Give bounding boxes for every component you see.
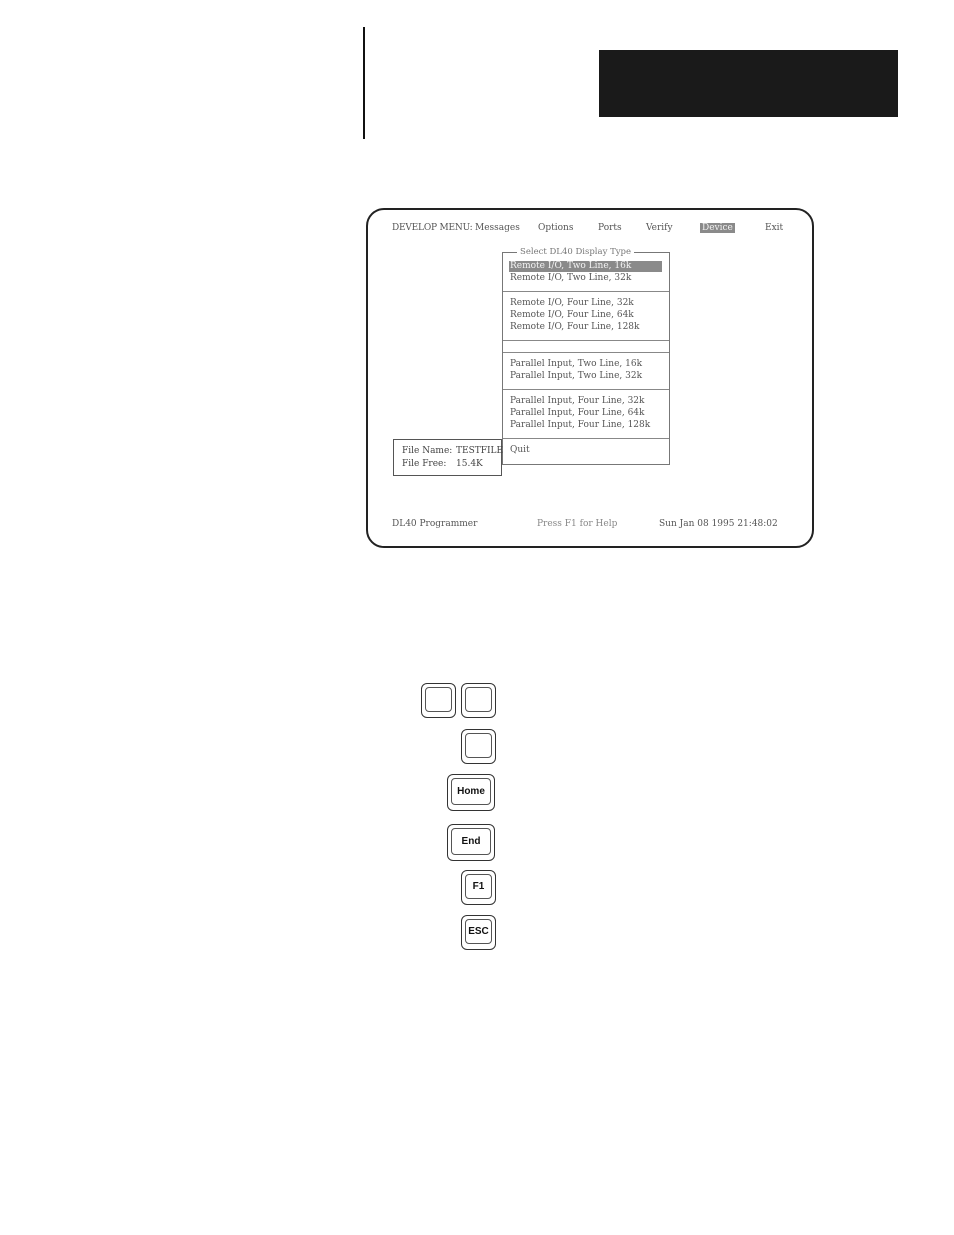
separator (503, 291, 669, 292)
margin-rule (363, 27, 365, 139)
file-free-value: 15.4K (456, 459, 483, 469)
option-remote-four-64k[interactable]: Remote I/O, Four Line, 64k (509, 310, 662, 321)
up-arrow-key[interactable] (421, 683, 456, 718)
separator (503, 438, 669, 439)
f1-key[interactable]: F1 (461, 870, 496, 905)
chapter-header-block (599, 50, 898, 117)
terminal-screen: DEVELOP MENU: Messages Options Ports Ver… (366, 208, 814, 548)
f1-key-label: F1 (472, 880, 485, 892)
option-parallel-two-32k[interactable]: Parallel Input, Two Line, 32k (509, 371, 662, 382)
display-type-popup: Select DL40 Display Type Remote I/O, Two… (502, 247, 670, 465)
option-parallel-two-16k[interactable]: Parallel Input, Two Line, 16k (509, 359, 662, 370)
file-free-row: File Free: 15.4K (402, 459, 483, 469)
separator (503, 340, 669, 341)
option-remote-two-32k[interactable]: Remote I/O, Two Line, 32k (509, 273, 662, 284)
option-remote-four-128k[interactable]: Remote I/O, Four Line, 128k (509, 322, 662, 333)
menu-device[interactable]: Device (700, 223, 735, 233)
option-quit[interactable]: Quit (509, 445, 662, 456)
menu-options[interactable]: Options (538, 223, 573, 233)
menu-verify[interactable]: Verify (646, 223, 673, 233)
option-parallel-four-32k[interactable]: Parallel Input, Four Line, 32k (509, 396, 662, 407)
home-key[interactable]: Home (447, 774, 495, 811)
menu-bar: DEVELOP MENU: Messages Options Ports Ver… (392, 223, 787, 235)
file-free-label: File Free: (402, 459, 447, 469)
separator (503, 389, 669, 390)
file-name-value: TESTFILE (456, 446, 504, 456)
esc-key[interactable]: ESC (461, 915, 496, 950)
menu-messages[interactable]: Messages (475, 223, 520, 233)
option-remote-four-32k[interactable]: Remote I/O, Four Line, 32k (509, 298, 662, 309)
separator (503, 352, 669, 353)
end-key[interactable]: End (447, 824, 495, 861)
option-remote-two-16k[interactable]: Remote I/O, Two Line, 16k (509, 261, 662, 272)
file-info-box: File Name: TESTFILE File Free: 15.4K (393, 439, 503, 476)
menu-exit[interactable]: Exit (765, 223, 783, 233)
option-parallel-four-64k[interactable]: Parallel Input, Four Line, 64k (509, 408, 662, 419)
status-help-hint: Press F1 for Help (537, 519, 618, 529)
file-name-label: File Name: (402, 446, 453, 456)
down-arrow-key[interactable] (461, 683, 496, 718)
popup-title: Select DL40 Display Type (517, 247, 635, 257)
status-datetime: Sun Jan 08 1995 21:48:02 (659, 519, 778, 529)
status-app-name: DL40 Programmer (392, 519, 478, 529)
esc-key-label: ESC (468, 925, 489, 937)
home-key-label: Home (457, 785, 485, 797)
end-key-label: End (461, 835, 481, 847)
menu-ports[interactable]: Ports (598, 223, 622, 233)
enter-key[interactable] (461, 729, 496, 764)
option-parallel-four-128k[interactable]: Parallel Input, Four Line, 128k (509, 420, 662, 431)
file-name-row: File Name: TESTFILE (402, 446, 503, 456)
menu-bar-label: DEVELOP MENU: (392, 223, 473, 233)
